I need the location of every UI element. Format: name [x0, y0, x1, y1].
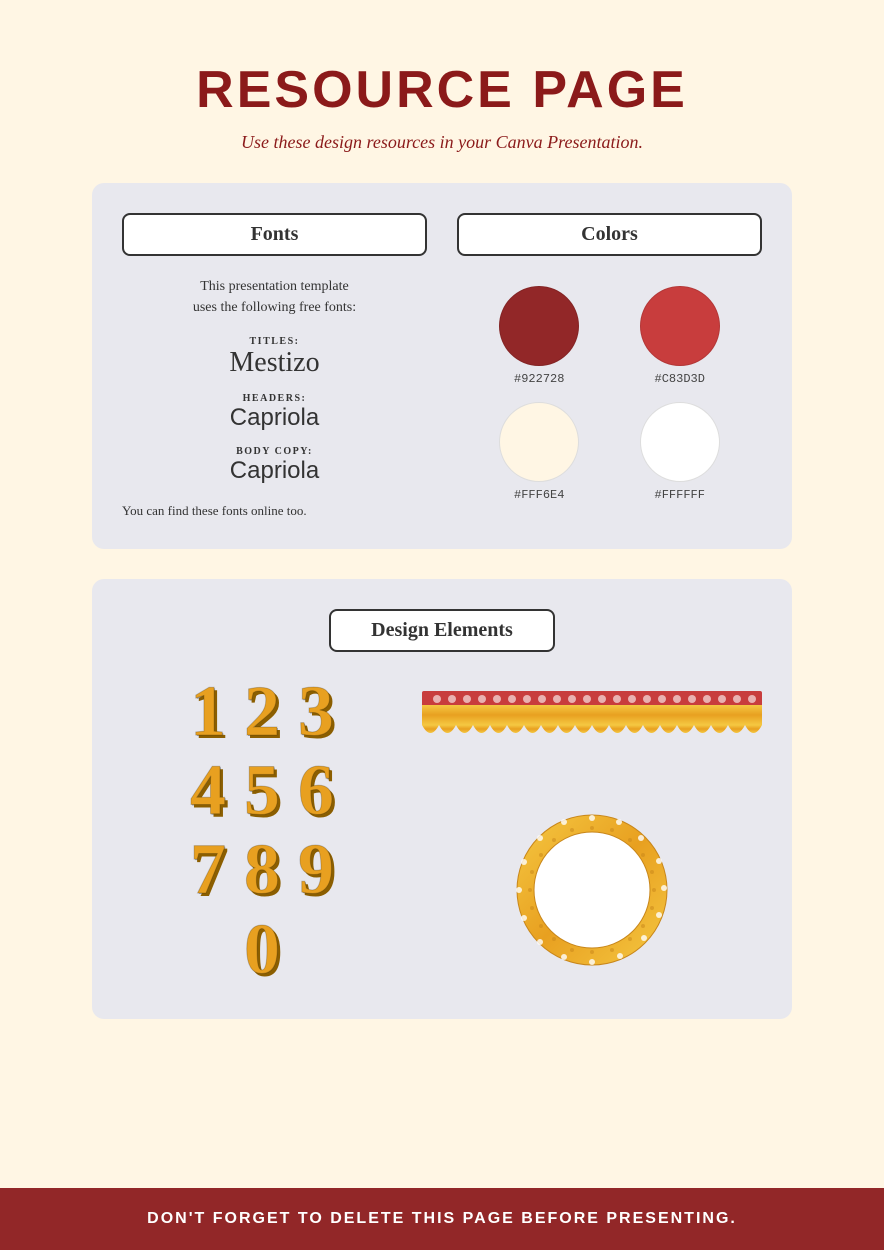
titles-font-entry: TITLES: Mestizo — [122, 336, 427, 379]
color-hex-3: #FFF6E4 — [514, 488, 564, 502]
body-font-name: Capriola — [122, 457, 427, 485]
fonts-footer-note: You can find these fonts online too. — [122, 503, 427, 519]
footer-text: DON'T FORGET TO DELETE THIS PAGE BEFORE … — [40, 1210, 844, 1228]
design-card-header: Design Elements — [122, 609, 762, 652]
color-item-1: #922728 — [477, 286, 602, 386]
color-item-4: #FFFFFF — [618, 402, 743, 502]
colors-section: Colors #922728 #C83D3D #FFF6E4 — [457, 213, 762, 519]
design-content: 1 2 3 4 5 6 7 8 9 0 — [122, 672, 762, 989]
colors-label: Colors — [457, 213, 762, 256]
body-font-entry: BODY COPY: Capriola — [122, 446, 427, 485]
body-label: BODY COPY: — [122, 446, 427, 457]
decorative-section — [422, 672, 762, 989]
color-swatch-4 — [640, 402, 720, 482]
color-swatch-1 — [499, 286, 579, 366]
fonts-description: This presentation template uses the foll… — [122, 276, 427, 318]
color-swatch-2 — [640, 286, 720, 366]
decorative-numbers: 1 2 3 4 5 6 7 8 9 0 — [190, 672, 334, 989]
color-item-3: #FFF6E4 — [477, 402, 602, 502]
fonts-section: Fonts This presentation template uses th… — [122, 213, 427, 519]
color-swatch-3 — [499, 402, 579, 482]
header-section: RESOURCE PAGE Use these design resources… — [0, 0, 884, 183]
color-hex-1: #922728 — [514, 372, 564, 386]
page-title: RESOURCE PAGE — [40, 60, 844, 120]
headers-font-name: Capriola — [122, 404, 427, 432]
color-hex-2: #C83D3D — [655, 372, 705, 386]
titles-font-name: Mestizo — [122, 347, 427, 379]
page-container: RESOURCE PAGE Use these design resources… — [0, 0, 884, 1250]
page-subtitle: Use these design resources in your Canva… — [40, 132, 844, 153]
color-hex-4: #FFFFFF — [655, 488, 705, 502]
card-row: Fonts This presentation template uses th… — [122, 213, 762, 519]
footer-banner: DON'T FORGET TO DELETE THIS PAGE BEFORE … — [0, 1188, 884, 1250]
design-card: Design Elements 1 2 3 4 5 6 7 8 9 0 — [92, 579, 792, 1019]
numbers-section: 1 2 3 4 5 6 7 8 9 0 — [122, 672, 402, 989]
titles-label: TITLES: — [122, 336, 427, 347]
fonts-label: Fonts — [122, 213, 427, 256]
resource-card: Fonts This presentation template uses th… — [92, 183, 792, 549]
headers-font-entry: HEADERS: Capriola — [122, 393, 427, 432]
headers-label: HEADERS: — [122, 393, 427, 404]
color-item-2: #C83D3D — [618, 286, 743, 386]
colors-grid: #922728 #C83D3D #FFF6E4 #FFFFFF — [457, 276, 762, 512]
circle-frame-svg — [512, 810, 672, 970]
scallop-banner-svg — [422, 691, 762, 751]
design-elements-label: Design Elements — [329, 609, 555, 652]
